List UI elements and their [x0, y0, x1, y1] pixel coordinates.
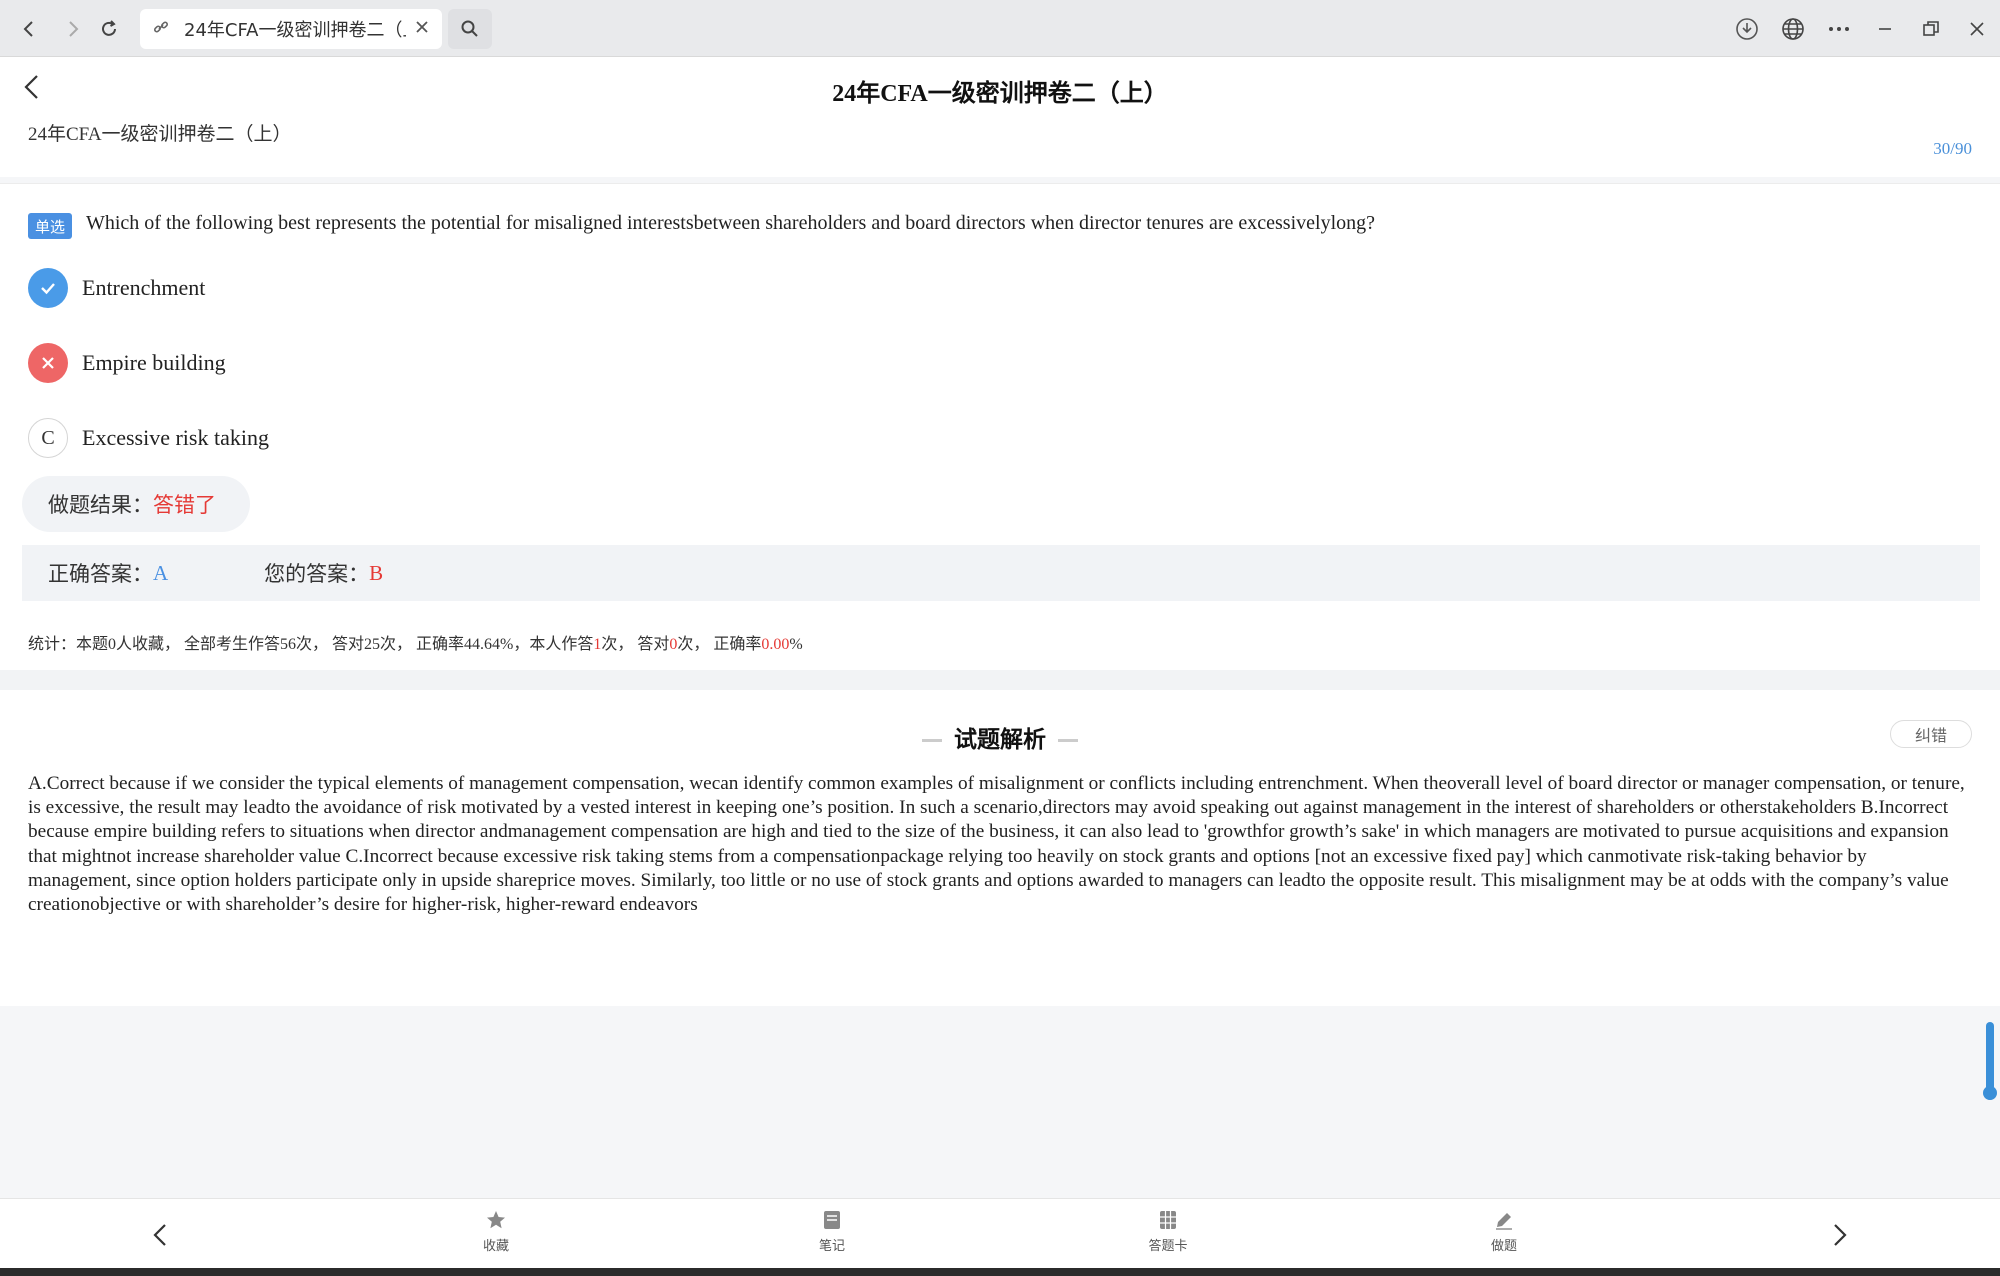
favorite-label: 收藏: [482, 1239, 509, 1254]
restore-icon[interactable]: [1914, 12, 1948, 46]
grid-icon: [1160, 1211, 1176, 1229]
title-dash: [922, 739, 942, 742]
notes-button[interactable]: 笔记: [792, 1209, 872, 1254]
cross-icon: [28, 343, 68, 383]
check-icon: [28, 268, 68, 308]
search-icon[interactable]: [448, 9, 492, 49]
result-label: 做题结果：: [48, 493, 153, 517]
globe-icon[interactable]: [1776, 12, 1810, 46]
option-a[interactable]: Entrenchment: [28, 268, 205, 308]
option-letter: C: [28, 418, 68, 458]
answer-card-label: 答题卡: [1148, 1239, 1188, 1254]
back-icon[interactable]: [12, 12, 46, 46]
answer-bar: 正确答案： A 您的答案： B: [22, 545, 1980, 601]
correct-answer-value: A: [153, 560, 169, 585]
tab-title: 24年CFA一级密训押卷二（上）: [184, 20, 406, 41]
star-icon: [487, 1211, 505, 1229]
next-question-button[interactable]: [1820, 1215, 1860, 1255]
question-progress: 30/90: [1933, 139, 1972, 158]
report-error-button[interactable]: 纠错: [1890, 720, 1972, 748]
practice-label: 做题: [1490, 1239, 1517, 1254]
forward-icon[interactable]: [56, 12, 90, 46]
option-b[interactable]: Empire building: [28, 343, 226, 383]
question-text: Which of the following best represents t…: [86, 212, 1376, 234]
analysis-title: 试题解析: [0, 720, 2000, 754]
option-text: Entrenchment: [82, 275, 206, 300]
correct-answer-label: 正确答案：: [48, 562, 153, 586]
answer-card-button[interactable]: 答题卡: [1128, 1209, 1208, 1254]
reload-icon[interactable]: [92, 12, 126, 46]
notes-label: 笔记: [818, 1239, 845, 1254]
bottom-toolbar: 收藏 笔记 答题卡 做题: [0, 1198, 2000, 1268]
window-close-icon[interactable]: [1960, 12, 1994, 46]
minimize-icon[interactable]: [1868, 12, 1902, 46]
pencil-icon: [1496, 1213, 1512, 1230]
user-answer-value: B: [369, 560, 384, 585]
favorite-button[interactable]: 收藏: [456, 1209, 536, 1254]
question-type-badge: 单选: [28, 213, 72, 239]
stats-text: %: [789, 636, 803, 653]
analysis-text: A.Correct because if we consider the typ…: [28, 773, 1965, 916]
prev-question-button[interactable]: [140, 1215, 180, 1255]
browser-tab[interactable]: 24年CFA一级密训押卷二（上）: [140, 9, 442, 49]
close-icon[interactable]: [414, 19, 430, 40]
question-panel: 单选 Which of the following best represent…: [0, 184, 2000, 670]
scrollbar-knob[interactable]: [1983, 1086, 1997, 1100]
stats-text: 次， 答对: [601, 636, 670, 653]
browser-toolbar: 24年CFA一级密训押卷二（上）: [0, 0, 2000, 57]
stats-text: 次， 正确率: [677, 636, 762, 653]
option-text: Empire building: [82, 350, 226, 375]
page-title: 24年CFA一级密训押卷二（上）: [832, 81, 1168, 107]
title-dash: [1058, 739, 1078, 742]
exam-name: 24年CFA一级密训押卷二（上）: [28, 124, 292, 145]
practice-button[interactable]: 做题: [1464, 1209, 1544, 1254]
taskbar-edge: [0, 1268, 2000, 1276]
link-icon: [152, 18, 170, 41]
statistics: 统计：本题0人收藏， 全部考生作答56次， 答对25次， 正确率44.64%，本…: [28, 630, 803, 654]
user-answer-label: 您的答案：: [264, 562, 370, 586]
note-icon: [824, 1211, 840, 1229]
option-c[interactable]: C Excessive risk taking: [28, 418, 269, 458]
download-icon[interactable]: [1730, 12, 1764, 46]
analysis-title-text: 试题解析: [954, 727, 1046, 753]
section-gap: [0, 670, 2000, 690]
analysis-panel: 试题解析 纠错 A.Correct because if we consider…: [0, 690, 2000, 1006]
result-pill: 做题结果： 答错了: [22, 476, 250, 532]
more-icon[interactable]: [1822, 12, 1856, 46]
stats-text: 统计：本题0人收藏， 全部考生作答56次， 答对25次， 正确率44.64%，本…: [28, 636, 594, 653]
result-value: 答错了: [153, 493, 216, 517]
self-rate: 0.00: [761, 636, 790, 653]
option-text: Excessive risk taking: [82, 425, 269, 450]
app-header: 24年CFA一级密训押卷二（上） 24年CFA一级密训押卷二（上） 30/90: [0, 57, 2000, 177]
